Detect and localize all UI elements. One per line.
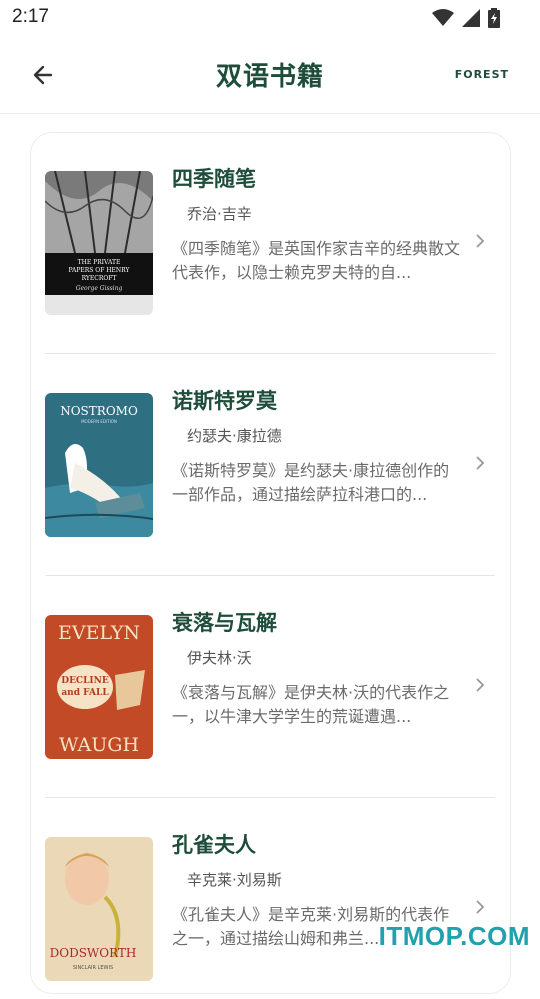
book-description: 《衰落与瓦解》是伊夫林·沃的代表作之一，以牛津大学学生的荒诞遭遇... [172,683,450,726]
svg-text:EVELYN: EVELYN [58,622,140,644]
svg-text:MODERN EDITION: MODERN EDITION [81,419,117,424]
chevron-right-icon [476,900,485,914]
chevron-right-icon [476,456,485,470]
svg-text:DODSWORTH: DODSWORTH [50,946,137,960]
book-title: 四季随笔 [172,167,256,191]
book-item-2[interactable]: NOSTROMO MODERN EDITION 诺斯特罗莫 约瑟夫·康拉德 《诺… [45,355,495,555]
book-description: 《四季随笔》是英国作家吉辛的经典散文代表作，以隐士赖克罗夫特的自... [172,239,461,282]
forest-badge[interactable]: FOREST [455,68,509,81]
svg-text:RYECROFT: RYECROFT [82,275,117,282]
divider [45,797,495,798]
svg-text:PAPERS OF HENRY: PAPERS OF HENRY [69,267,131,274]
book-title: 衰落与瓦解 [172,611,277,635]
book-author: 乔治·吉辛 [187,205,252,223]
chevron-right-icon [476,678,485,692]
svg-text:WAUGH: WAUGH [59,734,139,756]
book-cover-4: DODSWORTH SINCLAIR LEWIS [45,837,153,981]
book-item-4[interactable]: DODSWORTH SINCLAIR LEWIS 孔雀夫人 辛克莱·刘易斯 《孔… [45,799,495,999]
wifi-icon [432,9,454,26]
status-bar: 2:17 [0,0,540,36]
svg-text:DECLINE: DECLINE [61,676,109,686]
divider [45,353,495,354]
book-item-3[interactable]: EVELYN DECLINE and FALL WAUGH 衰落与瓦解 伊夫林·… [45,577,495,777]
book-author: 辛克莱·刘易斯 [187,871,282,889]
book-cover-1: THE PRIVATE PAPERS OF HENRY RYECROFT Geo… [45,171,153,315]
book-description: 《诺斯特罗莫》是约瑟夫·康拉德创作的一部作品，通过描绘萨拉科港口的... [172,461,450,504]
svg-text:NOSTROMO: NOSTROMO [60,404,138,418]
book-item-1[interactable]: THE PRIVATE PAPERS OF HENRY RYECROFT Geo… [45,133,495,333]
svg-text:THE PRIVATE: THE PRIVATE [78,259,121,266]
signal-icon [462,9,480,27]
book-author: 约瑟夫·康拉德 [187,427,282,445]
svg-text:and FALL: and FALL [61,688,109,698]
svg-text:SINCLAIR LEWIS: SINCLAIR LEWIS [73,965,113,971]
chevron-right-icon [476,234,485,248]
book-list-card: THE PRIVATE PAPERS OF HENRY RYECROFT Geo… [30,132,511,994]
svg-text:George Gissing: George Gissing [76,285,123,292]
app-bar: 双语书籍 FOREST [0,36,540,114]
book-title: 诺斯特罗莫 [172,389,277,413]
status-time: 2:17 [12,6,49,27]
watermark: ITMOP.COM [378,921,530,951]
book-title: 孔雀夫人 [172,833,256,857]
book-cover-3: EVELYN DECLINE and FALL WAUGH [45,615,153,759]
divider [45,575,495,576]
book-cover-2: NOSTROMO MODERN EDITION [45,393,153,537]
battery-icon [488,8,500,28]
status-icons [432,8,500,28]
book-author: 伊夫林·沃 [187,649,252,667]
